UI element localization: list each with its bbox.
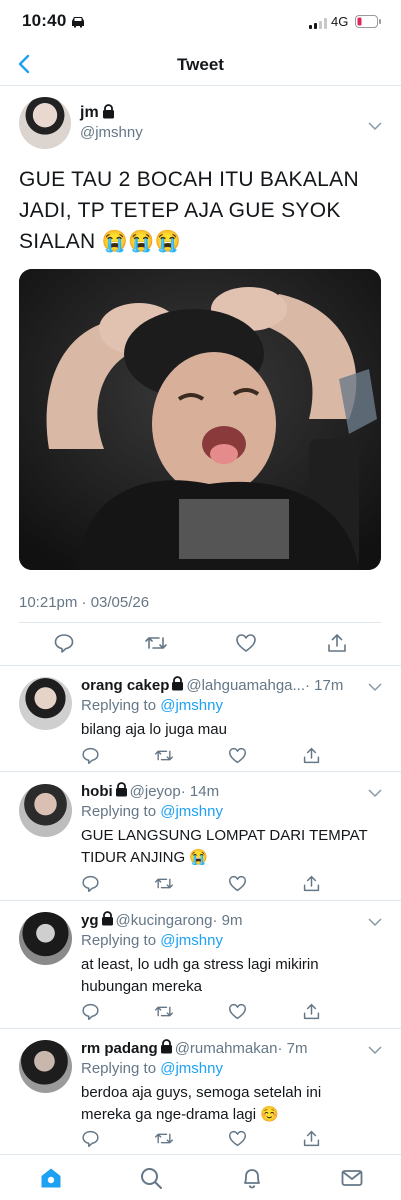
battery-icon: [355, 15, 382, 33]
reply-author-name[interactable]: yg: [81, 912, 99, 929]
reply-time: · 7m: [277, 1040, 308, 1057]
divider: [0, 771, 401, 772]
reply-author-handle[interactable]: @jeyop: [130, 783, 181, 800]
divider: [0, 1028, 401, 1029]
avatar[interactable]: [19, 1040, 72, 1093]
reply-item[interactable]: yg @kucingarong· 9m Replying to @jmshny a…: [0, 900, 401, 1028]
replying-to-label: Replying to: [81, 1060, 161, 1077]
reply-header: rm padang @rumahmakan· 7m: [81, 1039, 307, 1058]
lock-icon: [115, 782, 128, 801]
chevron-down-icon[interactable]: [368, 914, 382, 932]
replying-to: Replying to @jmshny: [81, 803, 223, 820]
avatar[interactable]: [19, 784, 72, 837]
lock-icon: [102, 104, 115, 124]
replying-to: Replying to @jmshny: [81, 697, 223, 714]
reply-icon[interactable]: [81, 1002, 100, 1026]
reply-author-name[interactable]: rm padang: [81, 1040, 158, 1057]
lock-icon: [101, 911, 114, 930]
reply-item[interactable]: orang cakep @lahguamahga...· 17m Replying…: [0, 665, 401, 771]
divider: [19, 622, 381, 623]
reply-time: · 17m: [305, 677, 344, 694]
author-name[interactable]: jm: [80, 104, 99, 122]
home-icon[interactable]: [39, 1166, 63, 1195]
reply-icon[interactable]: [81, 746, 100, 770]
like-icon[interactable]: [228, 746, 247, 770]
divider: [0, 665, 401, 666]
avatar[interactable]: [19, 97, 71, 149]
reply-time: · 14m: [180, 783, 220, 800]
status-bar: 10:40 4G: [0, 0, 401, 44]
signal-icon: [309, 16, 327, 34]
network-type: 4G: [331, 14, 349, 29]
author-handle[interactable]: @jmshny: [80, 124, 143, 141]
reply-actions: [0, 746, 401, 766]
retweet-icon[interactable]: [154, 874, 174, 898]
replying-to-mention[interactable]: @jmshny: [160, 1060, 223, 1077]
chevron-down-icon[interactable]: [368, 118, 382, 136]
like-icon[interactable]: [228, 1002, 247, 1026]
tweet-timestamp: 10:21pm · 03/05/26: [19, 594, 150, 611]
reply-icon[interactable]: [81, 1129, 100, 1153]
reply-text: at least, lo udh ga stress lagi mikirin …: [81, 956, 319, 995]
reply-item[interactable]: hobi @jeyop· 14m Replying to @jmshny GUE …: [0, 771, 401, 900]
replying-to-label: Replying to: [81, 932, 161, 949]
reply-actions: [0, 874, 401, 894]
share-icon[interactable]: [302, 746, 321, 770]
reply-item[interactable]: rm padang @rumahmakan· 7m Replying to @jm…: [0, 1028, 401, 1154]
tweet-image[interactable]: [19, 269, 381, 570]
chevron-down-icon[interactable]: [368, 1042, 382, 1060]
lock-icon: [171, 676, 184, 695]
status-time: 10:40: [22, 11, 67, 30]
car-icon: [70, 15, 86, 33]
tweet-actions: [0, 632, 401, 658]
reply-icon[interactable]: [81, 874, 100, 898]
reply-actions: [0, 1002, 401, 1022]
share-icon[interactable]: [302, 874, 321, 898]
share-icon[interactable]: [326, 632, 348, 659]
retweet-icon[interactable]: [154, 1002, 174, 1026]
reply-header: orang cakep @lahguamahga...· 17m: [81, 676, 343, 695]
lock-icon: [160, 1039, 173, 1058]
messages-icon[interactable]: [340, 1166, 364, 1195]
share-icon[interactable]: [302, 1129, 321, 1153]
replying-to-mention[interactable]: @jmshny: [160, 803, 223, 820]
replying-to-mention[interactable]: @jmshny: [160, 932, 223, 949]
retweet-icon[interactable]: [144, 632, 168, 659]
tweet-text: GUE TAU 2 BOCAH ITU BAKALAN JADI, TP TET…: [19, 168, 359, 253]
reply-icon[interactable]: [53, 632, 75, 659]
reply-header: yg @kucingarong· 9m: [81, 911, 242, 930]
tab-bar: [0, 1154, 401, 1200]
replying-to-label: Replying to: [81, 803, 161, 820]
reply-author-name[interactable]: hobi: [81, 783, 113, 800]
share-icon[interactable]: [302, 1002, 321, 1026]
reply-header: hobi @jeyop· 14m: [81, 782, 219, 801]
reply-author-handle[interactable]: @rumahmakan: [175, 1040, 278, 1057]
replying-to-label: Replying to: [81, 697, 161, 714]
replying-to: Replying to @jmshny: [81, 932, 223, 949]
chevron-down-icon[interactable]: [368, 679, 382, 697]
search-icon[interactable]: [139, 1166, 163, 1195]
nav-bar: Tweet: [0, 44, 401, 86]
replying-to: Replying to @jmshny: [81, 1060, 223, 1077]
notifications-icon[interactable]: [240, 1166, 264, 1195]
reply-text: berdoa aja guys, semoga setelah ini mere…: [81, 1084, 322, 1123]
reply-author-handle[interactable]: @kucingarong: [116, 912, 213, 929]
like-icon[interactable]: [228, 1129, 247, 1153]
reply-author-handle[interactable]: @lahguamahga...: [186, 677, 305, 694]
like-icon[interactable]: [228, 874, 247, 898]
reply-time: · 9m: [212, 912, 243, 929]
replying-to-mention[interactable]: @jmshny: [160, 697, 223, 714]
reply-text: GUE LANGSUNG LOMPAT DARI TEMPAT TIDUR AN…: [81, 827, 368, 866]
reply-actions: [0, 1129, 401, 1149]
reply-text: bilang aja lo juga mau: [81, 721, 227, 738]
page-title: Tweet: [177, 55, 224, 74]
chevron-down-icon[interactable]: [368, 785, 382, 803]
like-icon[interactable]: [235, 632, 257, 659]
avatar[interactable]: [19, 677, 72, 730]
reply-author-name[interactable]: orang cakep: [81, 677, 169, 694]
divider: [0, 900, 401, 901]
retweet-icon[interactable]: [154, 1129, 174, 1153]
avatar[interactable]: [19, 912, 72, 965]
retweet-icon[interactable]: [154, 746, 174, 770]
